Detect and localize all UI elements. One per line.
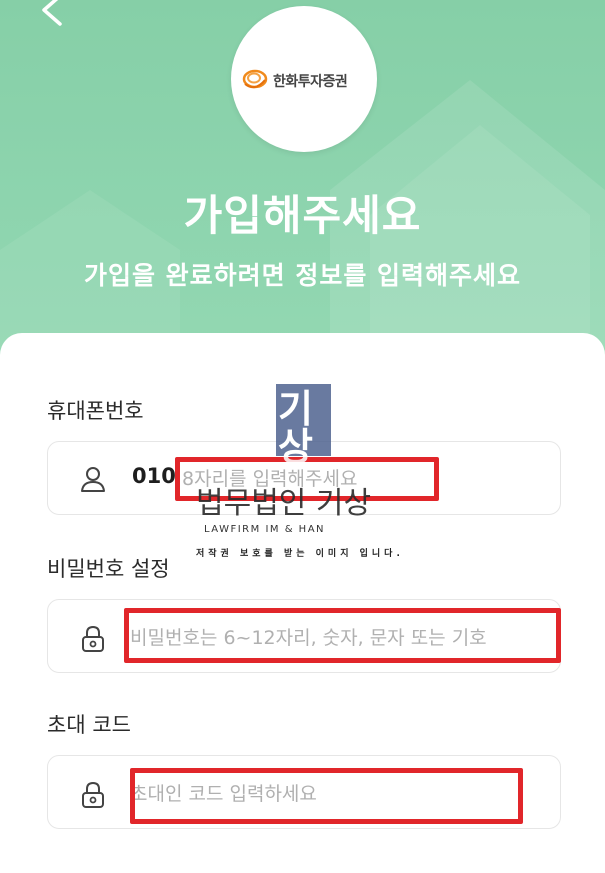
invite-code-field[interactable]: [47, 755, 561, 829]
user-icon: [81, 467, 105, 492]
lock-icon: [82, 625, 104, 652]
phone-prefix: 010: [132, 464, 176, 488]
password-field[interactable]: [47, 599, 561, 673]
page-subtitle: 가입을 완료하려면 정보를 입력해주세요: [83, 261, 522, 290]
invite-code-input[interactable]: [130, 780, 510, 808]
page-title: 가입해주세요: [183, 191, 422, 240]
phone-field[interactable]: 010: [47, 441, 561, 515]
phone-input[interactable]: [182, 465, 482, 493]
back-button[interactable]: [38, 0, 68, 28]
signup-form: 휴대폰번호 010 비밀번호 설정 초대 코드: [0, 333, 605, 873]
chevron-left-icon: [42, 0, 62, 26]
company-logo: 한화투자증권: [231, 6, 377, 152]
hanwha-logo-icon: [242, 69, 268, 89]
header-banner: 한화투자증권 가입해주세요 가입을 완료하려면 정보를 입력해주세요: [0, 0, 605, 360]
invite-code-label: 초대 코드: [47, 713, 131, 737]
logo-text: 한화투자증권: [273, 74, 348, 90]
lock-icon: [82, 781, 104, 808]
password-input[interactable]: [130, 624, 540, 652]
password-label: 비밀번호 설정: [47, 557, 170, 581]
phone-label: 휴대폰번호: [47, 399, 144, 423]
